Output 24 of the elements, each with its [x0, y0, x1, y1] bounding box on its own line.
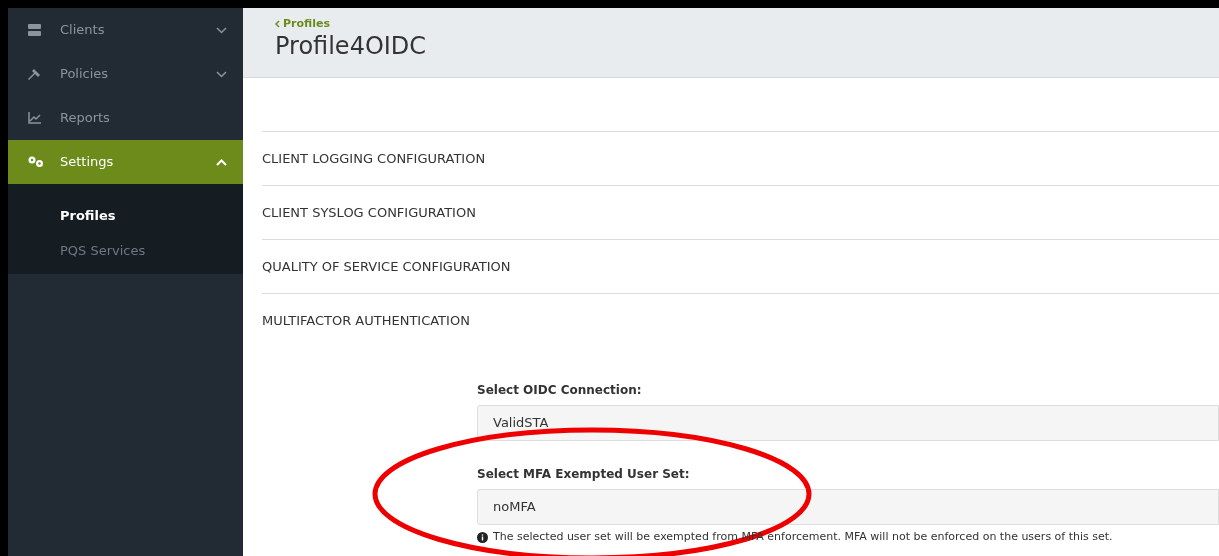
sidebar-item[interactable]: Clients — [8, 8, 243, 52]
field-label: Select MFA Exempted User Set: — [477, 466, 691, 483]
chevron-icon — [216, 70, 227, 78]
server-icon — [28, 24, 41, 36]
gears-icon — [28, 156, 44, 168]
chevron-left-icon — [275, 20, 280, 28]
chevron-icon — [216, 26, 227, 34]
info-icon — [477, 531, 488, 543]
section-heading[interactable]: MULTIFACTOR AUTHENTICATION — [262, 310, 470, 331]
chevron-icon — [216, 158, 227, 166]
select-field[interactable]: ValidSTA — [477, 405, 1219, 441]
gavel-icon — [28, 67, 41, 81]
sidebar-item[interactable]: Reports — [8, 96, 243, 140]
page-title: Profile4OIDC — [275, 31, 428, 61]
chart-icon — [28, 112, 41, 124]
sidebar-item[interactable]: Policies — [8, 52, 243, 96]
submenu-item[interactable]: PQS Services — [8, 233, 243, 268]
field-label: Select OIDC Connection: — [477, 382, 643, 399]
section-heading[interactable]: QUALITY OF SERVICE CONFIGURATION — [262, 256, 511, 277]
section-heading[interactable]: CLIENT SYSLOG CONFIGURATION — [262, 202, 476, 223]
select-field[interactable]: noMFA — [477, 489, 1219, 525]
sidebar-item[interactable]: Settings — [8, 140, 243, 184]
submenu-item[interactable]: Profiles — [8, 198, 243, 233]
section-heading[interactable]: CLIENT LOGGING CONFIGURATION — [262, 148, 486, 169]
